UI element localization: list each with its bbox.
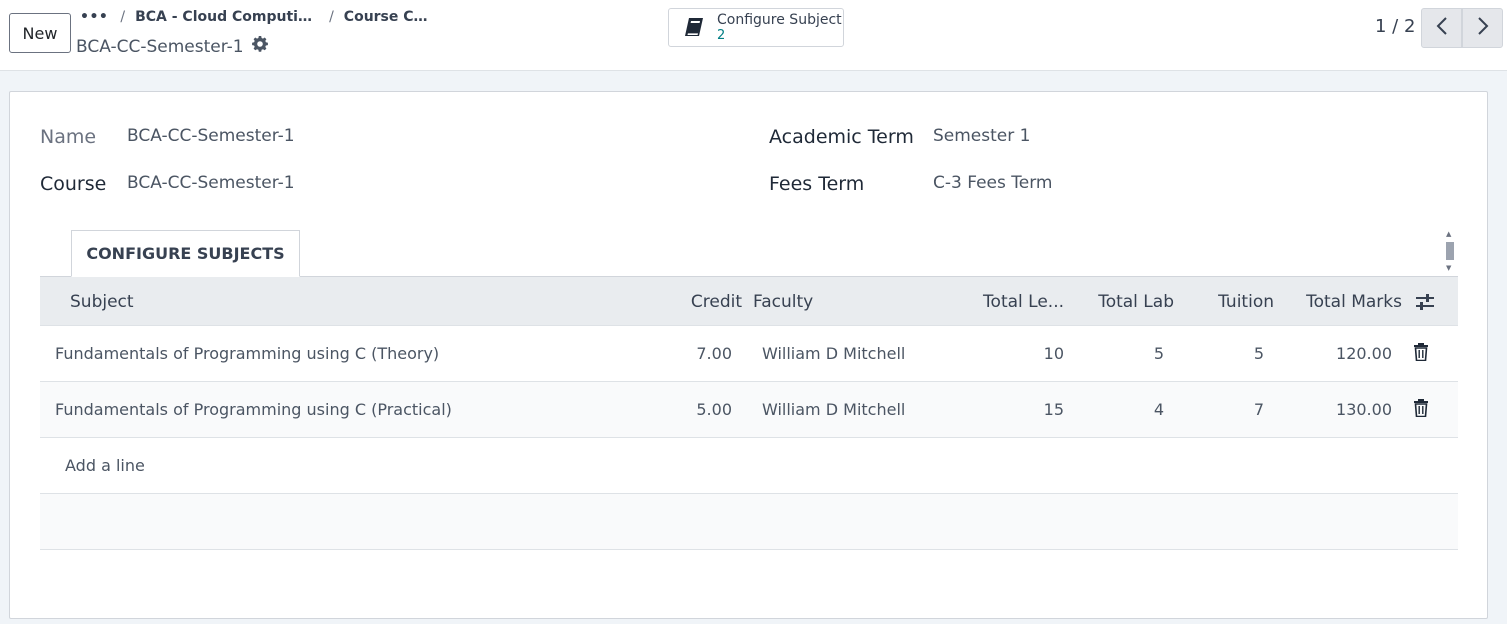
smart-button-count: 2 (717, 27, 726, 43)
column-header-tuition[interactable]: Tuition (1180, 277, 1274, 326)
smart-button-label: Configure Subject (717, 11, 842, 28)
column-header-subject[interactable]: Subject (70, 277, 134, 326)
cell-total-lecture[interactable]: 15 (960, 382, 1064, 437)
form-sheet: Name BCA-CC-Semester-1 Course BCA-CC-Sem… (9, 91, 1488, 619)
course-label: Course (40, 173, 107, 195)
academic-term-field[interactable]: Semester 1 (933, 126, 1030, 146)
scroll-down-arrow-icon[interactable]: ▼ (1446, 265, 1451, 272)
optional-columns-sliders-icon[interactable] (1415, 277, 1435, 326)
subjects-table: Subject Credit Faculty Total Le... Total… (40, 277, 1458, 550)
breadcrumb: ••• / BCA - Cloud Computing... / Course … (80, 7, 428, 27)
cell-tuition[interactable]: 5 (1170, 326, 1264, 381)
column-header-faculty[interactable]: Faculty (753, 277, 813, 326)
add-line-row: Add a line (40, 438, 1458, 494)
table-row[interactable]: Fundamentals of Programming using C (The… (40, 326, 1458, 382)
gear-icon[interactable] (251, 36, 268, 57)
pager-next-button[interactable] (1462, 8, 1503, 48)
cell-tuition[interactable]: 7 (1170, 382, 1264, 437)
chevron-right-icon (1477, 17, 1489, 39)
pager-previous-button[interactable] (1421, 8, 1462, 48)
new-button[interactable]: New (9, 13, 71, 53)
course-field[interactable]: BCA-CC-Semester-1 (127, 173, 295, 193)
cell-total-lab[interactable]: 5 (1060, 326, 1164, 381)
table-row[interactable]: Fundamentals of Programming using C (Pra… (40, 382, 1458, 438)
column-header-total-lab[interactable]: Total Lab (1070, 277, 1174, 326)
table-header: Subject Credit Faculty Total Le... Total… (40, 277, 1458, 326)
breadcrumb-separator: / (329, 9, 334, 25)
column-header-total-marks[interactable]: Total Marks (1280, 277, 1402, 326)
scroll-thumb[interactable] (1446, 242, 1454, 260)
breadcrumb-item-course-config[interactable]: Course Co... (344, 9, 428, 25)
cell-credit[interactable]: 7.00 (660, 326, 732, 381)
column-header-credit[interactable]: Credit (670, 277, 742, 326)
tab-configure-subjects[interactable]: CONFIGURE SUBJECTS (71, 230, 300, 277)
fees-term-label: Fees Term (769, 173, 865, 195)
add-a-line-link[interactable]: Add a line (65, 438, 145, 493)
cell-faculty[interactable]: William D Mitchell (762, 326, 905, 381)
control-panel: New ••• / BCA - Cloud Computing... / Cou… (0, 0, 1507, 71)
tab-scrollbar[interactable]: ▲ ▼ (1443, 230, 1457, 274)
cell-total-lecture[interactable]: 10 (960, 326, 1064, 381)
breadcrumb-separator: / (120, 9, 126, 25)
cell-faculty[interactable]: William D Mitchell (762, 382, 905, 437)
breadcrumb-collapsed-dots[interactable]: ••• (80, 9, 108, 25)
record-title-row: BCA-CC-Semester-1 (76, 36, 268, 57)
breadcrumb-item-course[interactable]: BCA - Cloud Computing... (135, 9, 317, 25)
book-icon (683, 16, 707, 40)
scroll-up-arrow-icon[interactable]: ▲ (1446, 231, 1451, 238)
chevron-left-icon (1436, 17, 1448, 39)
cell-subject[interactable]: Fundamentals of Programming using C (Pra… (55, 382, 452, 437)
configure-subject-smart-button[interactable]: Configure Subject 2 (668, 8, 844, 47)
cell-total-marks[interactable]: 120.00 (1270, 326, 1392, 381)
name-label: Name (40, 126, 97, 148)
pager-value[interactable]: 1 / 2 (1375, 16, 1415, 37)
empty-table-row (40, 494, 1458, 550)
cell-total-lab[interactable]: 4 (1060, 382, 1164, 437)
cell-total-marks[interactable]: 130.00 (1270, 382, 1392, 437)
cell-subject[interactable]: Fundamentals of Programming using C (The… (55, 326, 439, 381)
delete-row-trash-icon[interactable] (1413, 343, 1429, 365)
fees-term-field[interactable]: C-3 Fees Term (933, 173, 1052, 193)
delete-row-trash-icon[interactable] (1413, 399, 1429, 421)
record-title: BCA-CC-Semester-1 (76, 36, 244, 57)
cell-credit[interactable]: 5.00 (660, 382, 732, 437)
academic-term-label: Academic Term (769, 126, 914, 148)
name-field[interactable]: BCA-CC-Semester-1 (127, 126, 295, 146)
column-header-total-lecture[interactable]: Total Le... (960, 277, 1064, 326)
